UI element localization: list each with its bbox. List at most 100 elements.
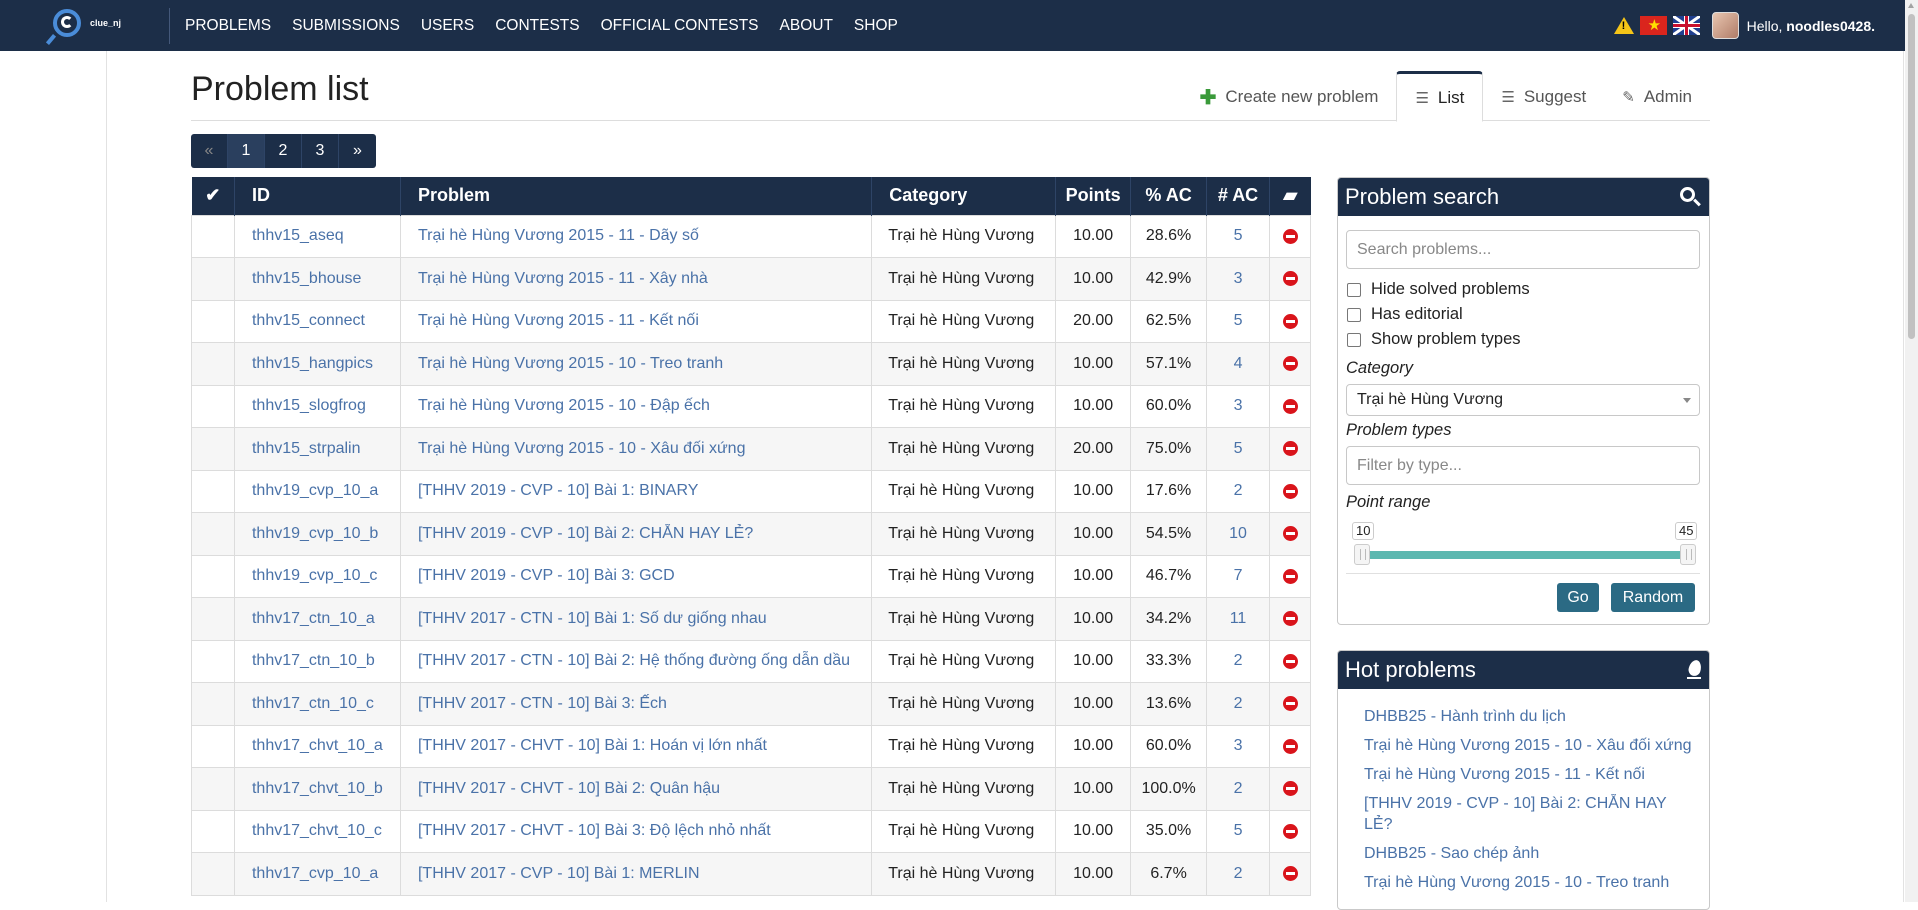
problem-name-link[interactable]: [THHV 2017 - CTN - 10] Bài 1: Số dư giốn…: [418, 610, 767, 627]
checkbox-box[interactable]: [1347, 307, 1361, 322]
vietnam-flag-icon[interactable]: ★: [1639, 16, 1667, 35]
problem-types-input[interactable]: Filter by type...: [1346, 446, 1700, 485]
problem-name-link[interactable]: [THHV 2019 - CVP - 10] Bài 2: CHẴN HAY L…: [418, 525, 753, 542]
problem-id-link[interactable]: thhv15_bhouse: [252, 270, 361, 287]
problem-name-link[interactable]: [THHV 2017 - CHVT - 10] Bài 1: Hoán vị l…: [418, 737, 767, 754]
hot-problem-link[interactable]: DHBB25 - Sao chép ảnh: [1364, 843, 1694, 864]
problem-name-link[interactable]: [THHV 2017 - CTN - 10] Bài 3: Ếch: [418, 695, 667, 712]
search-icon[interactable]: [1679, 186, 1701, 208]
problem-name-link[interactable]: Trại hè Hùng Vương 2015 - 11 - Dãy số: [418, 227, 699, 244]
num-ac-link[interactable]: 5: [1234, 440, 1243, 457]
problem-id-link[interactable]: thhv17_chvt_10_b: [252, 780, 383, 797]
random-button[interactable]: Random: [1611, 583, 1695, 612]
site-logo[interactable]: clue_nj: [45, 6, 130, 45]
show-problem-types-checkbox[interactable]: Show problem types: [1347, 330, 1521, 349]
pct-ac-column-header[interactable]: % AC: [1130, 177, 1207, 215]
range-min-handle[interactable]: [1354, 544, 1370, 565]
scroll-up-icon[interactable]: [1908, 3, 1914, 8]
nav-link-about[interactable]: ABOUT: [780, 17, 833, 35]
category-column-header[interactable]: Category: [871, 177, 1056, 215]
range-max-handle[interactable]: [1680, 544, 1696, 565]
hide-solved-checkbox[interactable]: Hide solved problems: [1347, 280, 1530, 299]
num-ac-link[interactable]: 2: [1234, 780, 1243, 797]
problem-name-link[interactable]: [THHV 2017 - CTN - 10] Bài 2: Hệ thống đ…: [418, 652, 850, 669]
page-scrollbar[interactable]: [1905, 0, 1918, 902]
problem-name-link[interactable]: Trại hè Hùng Vương 2015 - 10 - Xâu đối x…: [418, 440, 746, 457]
problem-id-link[interactable]: thhv17_ctn_10_a: [252, 610, 375, 627]
problem-id-link[interactable]: thhv17_cvp_10_a: [252, 865, 378, 882]
points-column-header[interactable]: Points: [1055, 177, 1131, 215]
nav-link-contests[interactable]: CONTESTS: [495, 17, 579, 35]
uk-flag-icon[interactable]: [1672, 16, 1700, 35]
num-ac-link[interactable]: 5: [1234, 822, 1243, 839]
pagination-next[interactable]: »: [339, 134, 376, 168]
num-ac-link[interactable]: 2: [1234, 652, 1243, 669]
checkbox-box[interactable]: [1347, 282, 1361, 297]
tab-suggest[interactable]: ☰ Suggest: [1483, 73, 1604, 121]
pagination-page-1[interactable]: 1: [228, 134, 265, 168]
problem-name-link[interactable]: Trại hè Hùng Vương 2015 - 10 - Treo tran…: [418, 355, 723, 372]
pagination-page-2[interactable]: 2: [265, 134, 302, 168]
problem-name-link[interactable]: Trại hè Hùng Vương 2015 - 10 - Đập ếch: [418, 397, 710, 414]
hot-problem-link[interactable]: DHBB25 - Hành trình du lịch: [1364, 706, 1694, 727]
tab-create-new-problem[interactable]: ✚ Create new problem: [1182, 73, 1397, 121]
problem-id-link[interactable]: thhv19_cvp_10_b: [252, 525, 378, 542]
checkbox-box[interactable]: [1347, 332, 1361, 347]
search-input[interactable]: Search problems...: [1346, 230, 1700, 269]
tab-admin[interactable]: ✎ Admin: [1604, 73, 1710, 121]
tab-list[interactable]: ☰ List: [1396, 71, 1484, 122]
problem-name-link[interactable]: [THHV 2017 - CHVT - 10] Bài 3: Độ lệch n…: [418, 822, 771, 839]
num-ac-link[interactable]: 3: [1234, 737, 1243, 754]
num-ac-link[interactable]: 2: [1234, 865, 1243, 882]
user-greeting[interactable]: Hello, noodles0428.: [1747, 18, 1875, 34]
num-ac-link[interactable]: 3: [1234, 270, 1243, 287]
hot-problem-link[interactable]: Trại hè Hùng Vương 2015 - 11 - Kết nối: [1364, 764, 1694, 785]
problem-name-link[interactable]: [THHV 2017 - CVP - 10] Bài 1: MERLIN: [418, 865, 700, 882]
num-ac-link[interactable]: 5: [1234, 227, 1243, 244]
problem-id-link[interactable]: thhv19_cvp_10_c: [252, 567, 377, 584]
problem-id-link[interactable]: thhv15_slogfrog: [252, 397, 366, 414]
problem-id-link[interactable]: thhv17_ctn_10_c: [252, 695, 374, 712]
num-ac-link[interactable]: 7: [1234, 567, 1243, 584]
point-range-slider[interactable]: [1362, 551, 1688, 559]
problem-id-link[interactable]: thhv19_cvp_10_a: [252, 482, 378, 499]
go-button[interactable]: Go: [1557, 583, 1599, 612]
problem-name-link[interactable]: [THHV 2019 - CVP - 10] Bài 1: BINARY: [418, 482, 698, 499]
nav-link-users[interactable]: USERS: [421, 17, 474, 35]
problem-id-link[interactable]: thhv15_strpalin: [252, 440, 361, 457]
scrollbar-thumb[interactable]: [1908, 14, 1915, 339]
nav-link-shop[interactable]: SHOP: [854, 17, 898, 35]
problem-name-link[interactable]: [THHV 2019 - CVP - 10] Bài 3: GCD: [418, 567, 675, 584]
id-column-header[interactable]: ID: [233, 177, 401, 215]
problem-name-link[interactable]: Trại hè Hùng Vương 2015 - 11 - Kết nối: [418, 312, 699, 329]
hot-problem-link[interactable]: [THHV 2019 - CVP - 10] Bài 2: CHẴN HAY L…: [1364, 793, 1694, 835]
problem-id-link[interactable]: thhv17_chvt_10_a: [252, 737, 383, 754]
nav-link-submissions[interactable]: SUBMISSIONS: [292, 17, 400, 35]
num-ac-link[interactable]: 4: [1234, 355, 1243, 372]
num-ac-link[interactable]: 2: [1234, 695, 1243, 712]
hot-problem-link[interactable]: Trại hè Hùng Vương 2015 - 10 - Treo tran…: [1364, 872, 1694, 893]
problem-column-header[interactable]: Problem: [399, 177, 872, 215]
num-ac-link[interactable]: 11: [1230, 610, 1247, 627]
problem-id-link[interactable]: thhv17_ctn_10_b: [252, 652, 375, 669]
problem-id-link[interactable]: thhv17_chvt_10_c: [252, 822, 382, 839]
problem-id-link[interactable]: thhv15_hangpics: [252, 355, 373, 372]
hot-problem-link[interactable]: Trại hè Hùng Vương 2015 - 10 - Xâu đối x…: [1364, 735, 1694, 756]
avatar[interactable]: [1711, 12, 1739, 39]
problem-name-link[interactable]: Trại hè Hùng Vương 2015 - 11 - Xây nhà: [418, 270, 708, 287]
num-ac-link[interactable]: 3: [1234, 397, 1243, 414]
problem-id-link[interactable]: thhv15_aseq: [252, 227, 344, 244]
category-select[interactable]: Trại hè Hùng Vương: [1346, 384, 1700, 416]
has-editorial-checkbox[interactable]: Has editorial: [1347, 305, 1463, 324]
num-ac-link[interactable]: 2: [1234, 482, 1243, 499]
nav-link-official-contests[interactable]: OFFICIAL CONTESTS: [601, 17, 759, 35]
problem-id-link[interactable]: thhv15_connect: [252, 312, 365, 329]
pagination-page-3[interactable]: 3: [302, 134, 339, 168]
num-ac-column-header[interactable]: # AC: [1206, 177, 1270, 215]
num-ac-link[interactable]: 5: [1234, 312, 1243, 329]
table-row: thhv17_chvt_10_b [THHV 2017 - CHVT - 10] …: [191, 767, 1311, 811]
problem-name-link[interactable]: [THHV 2017 - CHVT - 10] Bài 2: Quân hậu: [418, 780, 720, 797]
num-ac-link[interactable]: 10: [1229, 525, 1247, 542]
warning-icon[interactable]: !: [1613, 17, 1634, 34]
nav-link-problems[interactable]: PROBLEMS: [185, 17, 271, 35]
